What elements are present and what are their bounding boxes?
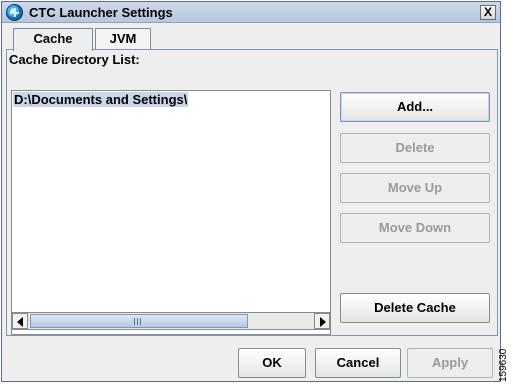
close-button[interactable]: X [480,5,496,20]
apply-button[interactable]: Apply [407,348,493,378]
cache-directory-list[interactable]: D:\Documents and Settings\ [11,90,331,335]
scrollbar-grip-icon [134,318,143,325]
scrollbar-thumb[interactable] [30,314,248,328]
title-bar[interactable]: CTC Launcher Settings X [2,2,500,23]
figure-id-watermark: 159630 [498,348,509,382]
cancel-button[interactable]: Cancel [315,348,401,378]
delete-cache-button[interactable]: Delete Cache [340,293,490,323]
move-down-button[interactable]: Move Down [340,213,490,243]
window-title: CTC Launcher Settings [29,5,173,20]
delete-button[interactable]: Delete [340,133,490,163]
tab-jvm[interactable]: JVM [95,28,151,50]
list-item[interactable]: D:\Documents and Settings\ [13,92,189,107]
horizontal-scrollbar[interactable] [11,312,331,330]
move-up-button[interactable]: Move Up [340,173,490,203]
settings-window: CTC Launcher Settings X Cache JVM Cache … [1,1,501,382]
tab-cache[interactable]: Cache [13,28,93,51]
scroll-right-arrow-icon[interactable] [314,313,330,329]
ok-button[interactable]: OK [238,348,306,378]
scroll-left-arrow-icon[interactable] [12,313,28,329]
add-button[interactable]: Add... [340,92,490,122]
tab-strip: Cache JVM [6,28,498,51]
ctc-launcher-globe-icon [6,4,23,21]
cache-directory-list-label: Cache Directory List: [9,52,140,67]
